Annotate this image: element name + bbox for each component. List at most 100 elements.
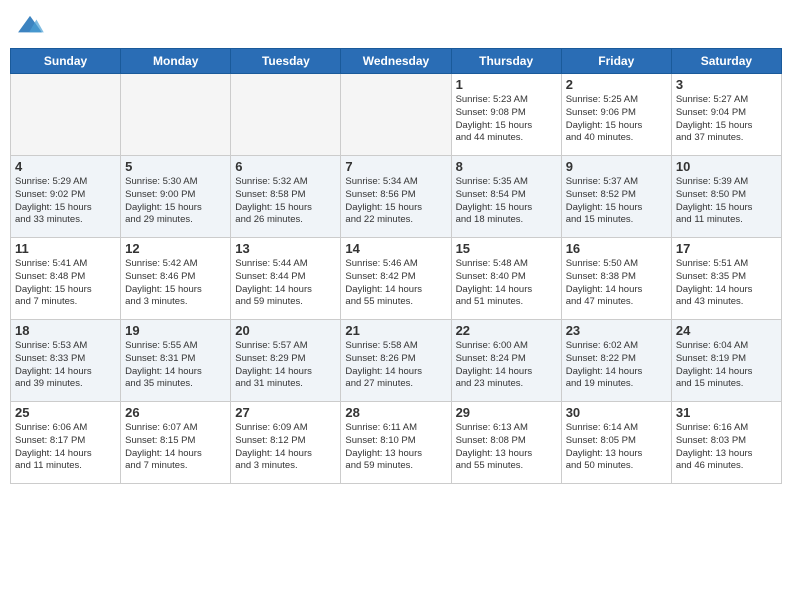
day-info: Sunrise: 5:44 AM Sunset: 8:44 PM Dayligh…	[235, 258, 336, 309]
calendar-cell: 20 Sunrise: 5:57 AM Sunset: 8:29 PM Dayli…	[231, 320, 341, 402]
day-info: Sunrise: 6:06 AM Sunset: 8:17 PM Dayligh…	[15, 422, 116, 473]
calendar-cell: 7 Sunrise: 5:34 AM Sunset: 8:56 PM Daylig…	[341, 156, 451, 238]
day-info: Sunrise: 5:32 AM Sunset: 8:58 PM Dayligh…	[235, 176, 336, 227]
calendar-cell: 30 Sunrise: 6:14 AM Sunset: 8:05 PM Dayli…	[561, 402, 671, 484]
calendar-cell: 15 Sunrise: 5:48 AM Sunset: 8:40 PM Dayli…	[451, 238, 561, 320]
calendar-cell: 27Sunrise: 6:09 AM Sunset: 8:12 PM Dayli…	[231, 402, 341, 484]
day-number: 30	[566, 405, 667, 420]
calendar-cell	[231, 74, 341, 156]
calendar-week-row: 11 Sunrise: 5:41 AM Sunset: 8:48 PM Dayli…	[11, 238, 782, 320]
day-info: Sunrise: 5:46 AM Sunset: 8:42 PM Dayligh…	[345, 258, 446, 309]
calendar-cell: 25 Sunrise: 6:06 AM Sunset: 8:17 PM Dayli…	[11, 402, 121, 484]
day-number: 28	[345, 405, 446, 420]
page-header	[10, 10, 782, 40]
calendar-cell: 5 Sunrise: 5:30 AM Sunset: 9:00 PM Daylig…	[121, 156, 231, 238]
day-number: 19	[125, 323, 226, 338]
calendar-cell: 21Sunrise: 5:58 AM Sunset: 8:26 PM Dayli…	[341, 320, 451, 402]
calendar-cell: 24 Sunrise: 6:04 AM Sunset: 8:19 PM Dayli…	[671, 320, 781, 402]
calendar-cell: 6 Sunrise: 5:32 AM Sunset: 8:58 PM Daylig…	[231, 156, 341, 238]
calendar-header-row: SundayMondayTuesdayWednesdayThursdayFrid…	[11, 49, 782, 74]
col-header-tuesday: Tuesday	[231, 49, 341, 74]
day-number: 7	[345, 159, 446, 174]
logo-icon	[16, 14, 44, 36]
day-number: 25	[15, 405, 116, 420]
calendar-week-row: 4Sunrise: 5:29 AM Sunset: 9:02 PM Daylig…	[11, 156, 782, 238]
day-info: Sunrise: 6:14 AM Sunset: 8:05 PM Dayligh…	[566, 422, 667, 473]
calendar-cell: 10 Sunrise: 5:39 AM Sunset: 8:50 PM Dayli…	[671, 156, 781, 238]
calendar-cell: 12 Sunrise: 5:42 AM Sunset: 8:46 PM Dayli…	[121, 238, 231, 320]
day-info: Sunrise: 5:41 AM Sunset: 8:48 PM Dayligh…	[15, 258, 116, 309]
calendar-cell: 18 Sunrise: 5:53 AM Sunset: 8:33 PM Dayli…	[11, 320, 121, 402]
day-number: 10	[676, 159, 777, 174]
day-info: Sunrise: 5:34 AM Sunset: 8:56 PM Dayligh…	[345, 176, 446, 227]
day-info: Sunrise: 6:13 AM Sunset: 8:08 PM Dayligh…	[456, 422, 557, 473]
col-header-friday: Friday	[561, 49, 671, 74]
calendar-cell	[11, 74, 121, 156]
calendar-cell: 23Sunrise: 6:02 AM Sunset: 8:22 PM Dayli…	[561, 320, 671, 402]
calendar-week-row: 18 Sunrise: 5:53 AM Sunset: 8:33 PM Dayli…	[11, 320, 782, 402]
calendar-cell: 2Sunrise: 5:25 AM Sunset: 9:06 PM Daylig…	[561, 74, 671, 156]
day-info: Sunrise: 6:11 AM Sunset: 8:10 PM Dayligh…	[345, 422, 446, 473]
day-info: Sunrise: 6:07 AM Sunset: 8:15 PM Dayligh…	[125, 422, 226, 473]
day-info: Sunrise: 5:57 AM Sunset: 8:29 PM Dayligh…	[235, 340, 336, 391]
calendar-cell: 13 Sunrise: 5:44 AM Sunset: 8:44 PM Dayli…	[231, 238, 341, 320]
day-info: Sunrise: 6:09 AM Sunset: 8:12 PM Dayligh…	[235, 422, 336, 473]
day-number: 3	[676, 77, 777, 92]
day-info: Sunrise: 5:37 AM Sunset: 8:52 PM Dayligh…	[566, 176, 667, 227]
calendar: SundayMondayTuesdayWednesdayThursdayFrid…	[10, 48, 782, 484]
day-number: 15	[456, 241, 557, 256]
day-info: Sunrise: 5:55 AM Sunset: 8:31 PM Dayligh…	[125, 340, 226, 391]
day-info: Sunrise: 5:48 AM Sunset: 8:40 PM Dayligh…	[456, 258, 557, 309]
day-number: 20	[235, 323, 336, 338]
day-number: 8	[456, 159, 557, 174]
day-number: 23	[566, 323, 667, 338]
day-info: Sunrise: 5:23 AM Sunset: 9:08 PM Dayligh…	[456, 94, 557, 145]
day-number: 11	[15, 241, 116, 256]
day-number: 22	[456, 323, 557, 338]
day-number: 29	[456, 405, 557, 420]
calendar-cell: 26 Sunrise: 6:07 AM Sunset: 8:15 PM Dayli…	[121, 402, 231, 484]
day-number: 13	[235, 241, 336, 256]
calendar-week-row: 25 Sunrise: 6:06 AM Sunset: 8:17 PM Dayli…	[11, 402, 782, 484]
logo	[16, 14, 46, 36]
calendar-cell: 14 Sunrise: 5:46 AM Sunset: 8:42 PM Dayli…	[341, 238, 451, 320]
day-number: 9	[566, 159, 667, 174]
calendar-cell: 28 Sunrise: 6:11 AM Sunset: 8:10 PM Dayli…	[341, 402, 451, 484]
calendar-week-row: 1 Sunrise: 5:23 AM Sunset: 9:08 PM Daylig…	[11, 74, 782, 156]
day-info: Sunrise: 6:00 AM Sunset: 8:24 PM Dayligh…	[456, 340, 557, 391]
day-info: Sunrise: 5:58 AM Sunset: 8:26 PM Dayligh…	[345, 340, 446, 391]
day-number: 26	[125, 405, 226, 420]
day-number: 16	[566, 241, 667, 256]
col-header-monday: Monday	[121, 49, 231, 74]
day-info: Sunrise: 5:42 AM Sunset: 8:46 PM Dayligh…	[125, 258, 226, 309]
day-info: Sunrise: 5:25 AM Sunset: 9:06 PM Dayligh…	[566, 94, 667, 145]
day-number: 24	[676, 323, 777, 338]
day-info: Sunrise: 5:39 AM Sunset: 8:50 PM Dayligh…	[676, 176, 777, 227]
col-header-wednesday: Wednesday	[341, 49, 451, 74]
calendar-cell: 31Sunrise: 6:16 AM Sunset: 8:03 PM Dayli…	[671, 402, 781, 484]
calendar-cell: 22 Sunrise: 6:00 AM Sunset: 8:24 PM Dayli…	[451, 320, 561, 402]
day-info: Sunrise: 5:35 AM Sunset: 8:54 PM Dayligh…	[456, 176, 557, 227]
calendar-cell: 17Sunrise: 5:51 AM Sunset: 8:35 PM Dayli…	[671, 238, 781, 320]
day-number: 5	[125, 159, 226, 174]
day-info: Sunrise: 5:27 AM Sunset: 9:04 PM Dayligh…	[676, 94, 777, 145]
calendar-cell: 8 Sunrise: 5:35 AM Sunset: 8:54 PM Daylig…	[451, 156, 561, 238]
col-header-thursday: Thursday	[451, 49, 561, 74]
day-number: 6	[235, 159, 336, 174]
day-number: 12	[125, 241, 226, 256]
calendar-cell	[341, 74, 451, 156]
day-info: Sunrise: 5:29 AM Sunset: 9:02 PM Dayligh…	[15, 176, 116, 227]
day-number: 18	[15, 323, 116, 338]
calendar-cell: 16Sunrise: 5:50 AM Sunset: 8:38 PM Dayli…	[561, 238, 671, 320]
calendar-cell: 4Sunrise: 5:29 AM Sunset: 9:02 PM Daylig…	[11, 156, 121, 238]
day-number: 31	[676, 405, 777, 420]
day-info: Sunrise: 6:04 AM Sunset: 8:19 PM Dayligh…	[676, 340, 777, 391]
col-header-saturday: Saturday	[671, 49, 781, 74]
calendar-cell	[121, 74, 231, 156]
calendar-cell: 3 Sunrise: 5:27 AM Sunset: 9:04 PM Daylig…	[671, 74, 781, 156]
day-number: 1	[456, 77, 557, 92]
day-info: Sunrise: 5:51 AM Sunset: 8:35 PM Dayligh…	[676, 258, 777, 309]
day-info: Sunrise: 5:30 AM Sunset: 9:00 PM Dayligh…	[125, 176, 226, 227]
day-number: 14	[345, 241, 446, 256]
day-info: Sunrise: 5:53 AM Sunset: 8:33 PM Dayligh…	[15, 340, 116, 391]
